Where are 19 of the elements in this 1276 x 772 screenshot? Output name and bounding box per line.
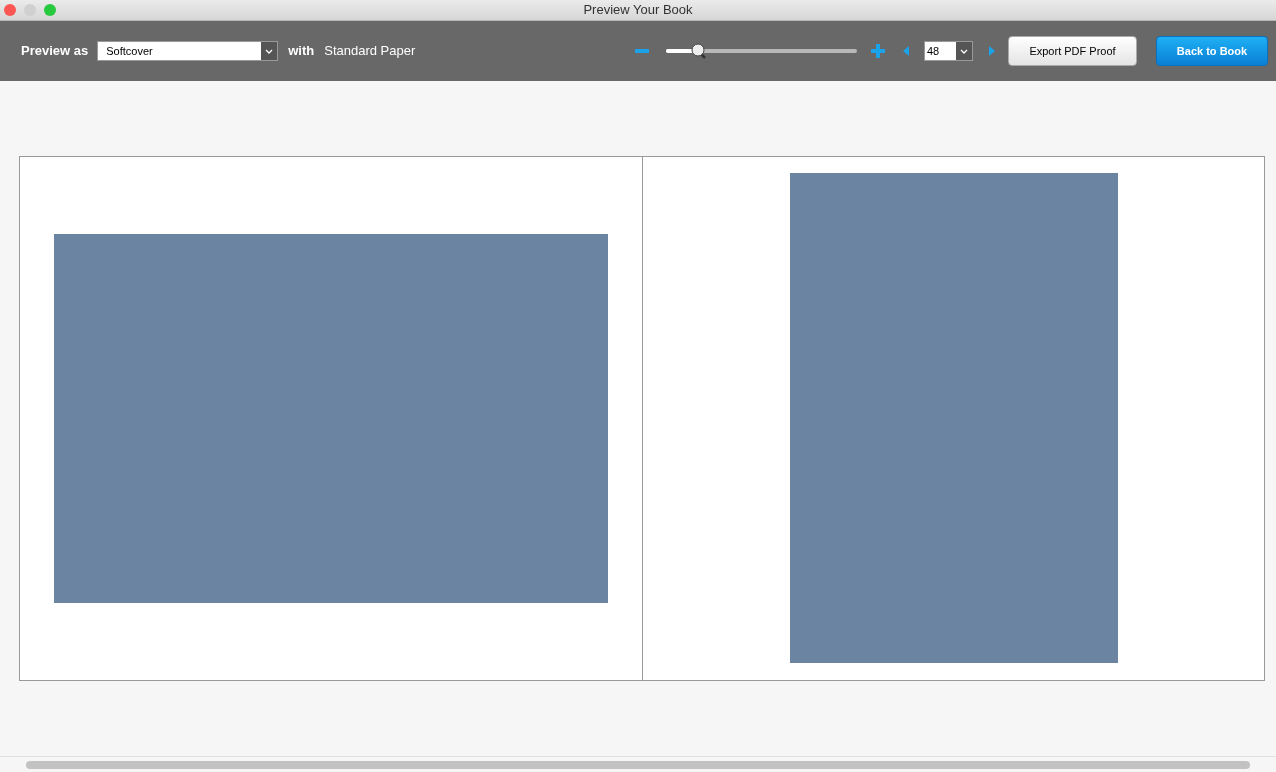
format-dropdown[interactable]: Softcover bbox=[97, 41, 279, 61]
minimize-button[interactable] bbox=[24, 4, 36, 16]
next-page-icon[interactable] bbox=[989, 46, 995, 56]
close-button[interactable] bbox=[4, 4, 16, 16]
chevron-down-icon bbox=[960, 48, 968, 54]
chevron-down-icon bbox=[265, 48, 274, 54]
zoom-button[interactable] bbox=[44, 4, 56, 16]
window-title: Preview Your Book bbox=[583, 1, 693, 20]
horizontal-scrollbar[interactable] bbox=[0, 756, 1276, 772]
previous-page-icon[interactable] bbox=[903, 46, 909, 56]
zoom-out-icon[interactable] bbox=[635, 49, 649, 53]
scroll-thumb[interactable] bbox=[26, 760, 1250, 769]
preview-label: Preview as bbox=[21, 42, 89, 61]
zoom-in-icon[interactable] bbox=[871, 44, 885, 58]
zoom-slider[interactable] bbox=[666, 43, 857, 59]
with-label: with bbox=[288, 42, 315, 61]
export-button[interactable]: Export PDF Proof bbox=[1008, 36, 1137, 66]
page-dropdown[interactable]: 48 bbox=[924, 41, 973, 61]
paper-label: Standard Paper bbox=[324, 42, 416, 61]
